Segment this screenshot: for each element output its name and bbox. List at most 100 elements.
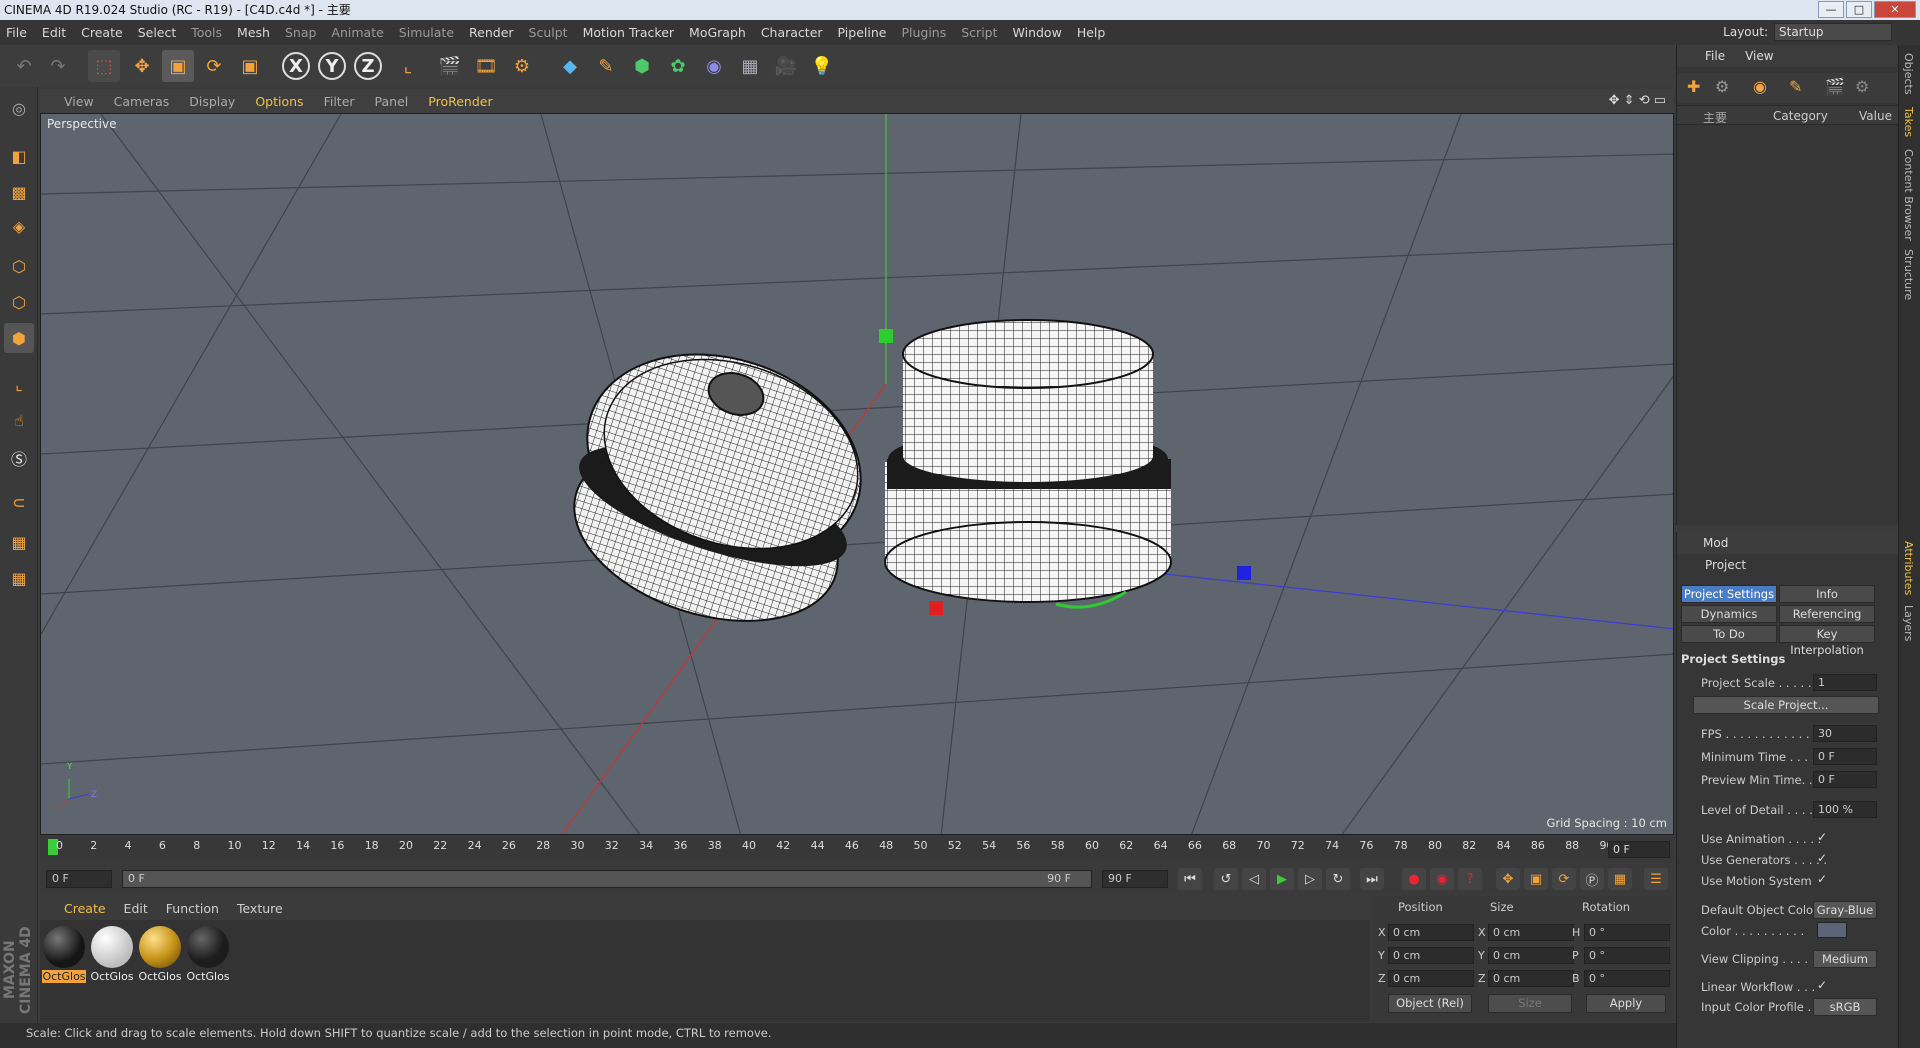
tab-dynamics[interactable]: Dynamics bbox=[1681, 605, 1777, 623]
material-menu-edit[interactable]: Edit bbox=[124, 901, 148, 916]
viewport-menu-view[interactable]: View bbox=[64, 94, 94, 109]
subdivision-icon[interactable]: ⬢ bbox=[626, 50, 658, 82]
material-item[interactable]: OctGlos bbox=[138, 926, 182, 983]
objects-menu-view[interactable]: View bbox=[1745, 49, 1773, 63]
minimize-button[interactable]: — bbox=[1818, 1, 1844, 18]
tab-key-interpolation[interactable]: Key Interpolation bbox=[1779, 625, 1875, 657]
menu-simulate[interactable]: Simulate bbox=[399, 25, 454, 40]
keyframe-selection-icon[interactable]: ? bbox=[1458, 868, 1482, 890]
planar-workplane-icon[interactable]: ▦ bbox=[4, 563, 34, 593]
tab-objects[interactable]: Objects bbox=[1902, 53, 1915, 95]
position-y-field[interactable]: 0 cm bbox=[1388, 947, 1474, 964]
take-name[interactable]: 主要 bbox=[1703, 109, 1727, 126]
autokey-icon[interactable]: ◉ bbox=[1430, 868, 1454, 890]
key-position-icon[interactable]: ✥ bbox=[1496, 868, 1520, 890]
points-mode-icon[interactable]: ⬡ bbox=[4, 251, 34, 281]
material-item[interactable]: OctGlos bbox=[42, 926, 86, 983]
rotate-icon[interactable]: ⟳ bbox=[198, 50, 230, 82]
z-axis-icon[interactable]: Z bbox=[354, 52, 382, 80]
take-clone-icon[interactable]: ⚙ bbox=[1715, 77, 1729, 96]
workplane-icon[interactable]: ◈ bbox=[4, 211, 34, 241]
level-of-detail-field[interactable]: 100 % bbox=[1813, 801, 1877, 818]
project-scale-field[interactable]: 1 bbox=[1813, 674, 1877, 691]
menu-tools[interactable]: Tools bbox=[191, 25, 222, 40]
material-menu-create[interactable]: Create bbox=[64, 901, 106, 916]
menu-mograph[interactable]: MoGraph bbox=[689, 25, 746, 40]
position-z-field[interactable]: 0 cm bbox=[1388, 970, 1474, 987]
auto-take-icon[interactable]: ◉ bbox=[1753, 77, 1767, 96]
x-axis-handle[interactable] bbox=[929, 601, 943, 615]
key-scale-icon[interactable]: ▣ bbox=[1524, 868, 1548, 890]
maximize-button[interactable]: □ bbox=[1846, 1, 1872, 18]
viewport-navigation-icons[interactable]: ✥ ⇕ ⟲ ▭ bbox=[1609, 93, 1666, 108]
material-item[interactable]: OctGlos bbox=[90, 926, 134, 983]
material-menu-function[interactable]: Function bbox=[166, 901, 219, 916]
menu-mesh[interactable]: Mesh bbox=[237, 25, 270, 40]
menu-help[interactable]: Help bbox=[1077, 25, 1106, 40]
cube-icon[interactable]: ◆ bbox=[554, 50, 586, 82]
viewport-menu-options[interactable]: Options bbox=[255, 94, 303, 109]
close-button[interactable]: ✕ bbox=[1874, 1, 1916, 18]
y-axis-icon[interactable]: Y bbox=[318, 52, 346, 80]
position-x-field[interactable]: 0 cm bbox=[1388, 924, 1474, 941]
objects-menu-file[interactable]: File bbox=[1705, 49, 1725, 63]
rotation-h-field[interactable]: 0 ° bbox=[1584, 924, 1670, 941]
use-motion-system-checkbox[interactable]: ✓ bbox=[1817, 872, 1827, 886]
z-axis-handle[interactable] bbox=[1237, 566, 1251, 580]
play-icon[interactable]: ▶ bbox=[1270, 868, 1294, 890]
end-frame-field[interactable]: 90 F bbox=[1102, 870, 1168, 888]
apply-button[interactable]: Apply bbox=[1586, 994, 1666, 1013]
key-parameter-icon[interactable]: Ⓟ bbox=[1580, 868, 1604, 890]
edges-mode-icon[interactable]: ⬡ bbox=[4, 287, 34, 317]
menu-sculpt[interactable]: Sculpt bbox=[529, 25, 568, 40]
key-pla-icon[interactable]: ▦ bbox=[1608, 868, 1632, 890]
render-view-icon[interactable]: 🎬 bbox=[434, 50, 466, 82]
go-to-start-icon[interactable]: ⏮ bbox=[1178, 868, 1202, 890]
snap-icon[interactable]: ⊂ bbox=[4, 487, 34, 517]
texture-mode-icon[interactable]: ▩ bbox=[4, 177, 34, 207]
tab-takes[interactable]: Takes bbox=[1902, 107, 1915, 137]
go-to-end-icon[interactable]: ⏭ bbox=[1360, 868, 1384, 890]
start-frame-field[interactable]: 0 F bbox=[46, 870, 112, 888]
size-x-field[interactable]: 0 cm bbox=[1488, 924, 1574, 941]
menu-plugins[interactable]: Plugins bbox=[901, 25, 946, 40]
menu-create[interactable]: Create bbox=[81, 25, 123, 40]
viewport-menu-panel[interactable]: Panel bbox=[375, 94, 409, 109]
linear-workflow-checkbox[interactable]: ✓ bbox=[1817, 978, 1827, 992]
right-object[interactable] bbox=[884, 319, 1172, 603]
color-swatch[interactable] bbox=[1817, 922, 1847, 938]
left-object[interactable] bbox=[552, 321, 888, 652]
menu-character[interactable]: Character bbox=[761, 25, 823, 40]
scale-icon[interactable]: ▣ bbox=[162, 50, 194, 82]
fps-field[interactable]: 30 bbox=[1813, 725, 1877, 742]
render-picture-viewer-icon[interactable]: 🎞 bbox=[470, 50, 502, 82]
size-y-field[interactable]: 0 cm bbox=[1488, 947, 1574, 964]
previous-key-icon[interactable]: ↺ bbox=[1214, 868, 1238, 890]
previous-frame-icon[interactable]: ◁ bbox=[1242, 868, 1266, 890]
current-frame-field[interactable]: 0 F bbox=[1608, 841, 1670, 858]
viewport-menu-display[interactable]: Display bbox=[189, 94, 235, 109]
tab-content-browser[interactable]: Content Browser bbox=[1902, 149, 1915, 241]
menu-motion-tracker[interactable]: Motion Tracker bbox=[583, 25, 674, 40]
scheme-icon[interactable]: ☰ bbox=[1644, 868, 1668, 890]
rotation-b-field[interactable]: 0 ° bbox=[1584, 970, 1670, 987]
floor-icon[interactable]: ▦ bbox=[734, 50, 766, 82]
material-item[interactable]: OctGlos bbox=[186, 926, 230, 983]
camera-icon[interactable]: 🎥 bbox=[770, 50, 802, 82]
menu-pipeline[interactable]: Pipeline bbox=[838, 25, 887, 40]
redo-icon[interactable]: ↷ bbox=[42, 50, 74, 82]
lock-take-icon[interactable]: ⚙ bbox=[1855, 77, 1869, 96]
pen-icon[interactable]: ✎ bbox=[590, 50, 622, 82]
tab-project-settings[interactable]: Project Settings bbox=[1681, 585, 1777, 603]
make-editable-icon[interactable]: ◎ bbox=[4, 93, 34, 123]
menu-select[interactable]: Select bbox=[138, 25, 177, 40]
move-icon[interactable]: ✥ bbox=[126, 50, 158, 82]
solo-icon[interactable]: Ⓢ bbox=[4, 443, 34, 473]
key-rotation-icon[interactable]: ⟳ bbox=[1552, 868, 1576, 890]
3d-viewport[interactable]: Perspective Y Z Grid Spacing : 10 cm bbox=[40, 113, 1674, 835]
viewport-menu-filter[interactable]: Filter bbox=[324, 94, 355, 109]
x-axis-icon[interactable]: X bbox=[282, 52, 310, 80]
tab-to-do[interactable]: To Do bbox=[1681, 625, 1777, 643]
menu-edit[interactable]: Edit bbox=[42, 25, 66, 40]
viewport-menu-cameras[interactable]: Cameras bbox=[114, 94, 170, 109]
